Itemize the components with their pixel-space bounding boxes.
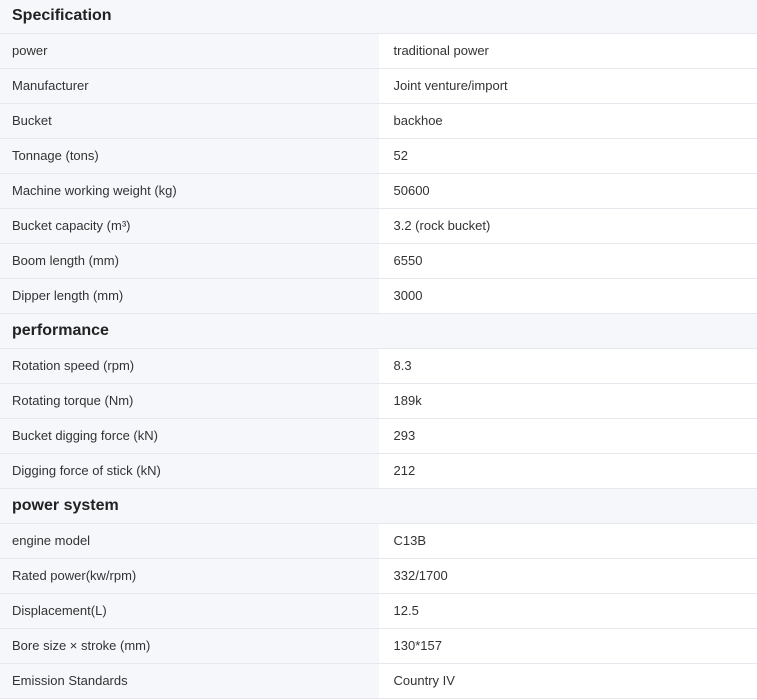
row-label: Bucket xyxy=(0,103,379,139)
row-value: 212 xyxy=(378,453,757,489)
section-header-performance: performance xyxy=(0,313,757,349)
row-value: Country IV xyxy=(378,663,757,699)
row-value: 50600 xyxy=(378,173,757,209)
table-row: Dipper length (mm) 3000 xyxy=(0,278,757,314)
section-header-power-system: power system xyxy=(0,488,757,524)
row-label: Tonnage (tons) xyxy=(0,138,379,174)
table-row: Machine working weight (kg) 50600 xyxy=(0,173,757,209)
row-label: Boom length (mm) xyxy=(0,243,379,279)
row-value: traditional power xyxy=(378,33,757,69)
table-row: Boom length (mm) 6550 xyxy=(0,243,757,279)
table-row: Bucket digging force (kN) 293 xyxy=(0,418,757,454)
section-title: power system xyxy=(0,488,757,524)
table-row: Manufacturer Joint venture/import xyxy=(0,68,757,104)
table-row: Emission Standards Country IV xyxy=(0,663,757,699)
row-value: backhoe xyxy=(378,103,757,139)
section-title: performance xyxy=(0,313,757,349)
table-row: Bucket capacity (m³) 3.2 (rock bucket) xyxy=(0,208,757,244)
row-label: power xyxy=(0,33,379,69)
table-row: Rated power(kw/rpm) 332/1700 xyxy=(0,558,757,594)
table-row: Rotation speed (rpm) 8.3 xyxy=(0,348,757,384)
row-label: engine model xyxy=(0,523,379,559)
row-value: 6550 xyxy=(378,243,757,279)
row-value: 52 xyxy=(378,138,757,174)
table-row: Rotating torque (Nm) 189k xyxy=(0,383,757,419)
row-value: 130*157 xyxy=(378,628,757,664)
row-label: Machine working weight (kg) xyxy=(0,173,379,209)
table-row: Bucket backhoe xyxy=(0,103,757,139)
table-row: Digging force of stick (kN) 212 xyxy=(0,453,757,489)
row-value: Joint venture/import xyxy=(378,68,757,104)
row-value: C13B xyxy=(378,523,757,559)
row-value: 8.3 xyxy=(378,348,757,384)
row-label: Digging force of stick (kN) xyxy=(0,453,379,489)
row-label: Rotation speed (rpm) xyxy=(0,348,379,384)
row-label: Emission Standards xyxy=(0,663,379,699)
row-label: Bucket digging force (kN) xyxy=(0,418,379,454)
table-row: Tonnage (tons) 52 xyxy=(0,138,757,174)
section-title: Specification xyxy=(0,0,757,34)
row-value: 3000 xyxy=(378,278,757,314)
table-row: power traditional power xyxy=(0,33,757,69)
section-header-specification: Specification xyxy=(0,0,757,34)
row-value: 189k xyxy=(378,383,757,419)
row-label: Rotating torque (Nm) xyxy=(0,383,379,419)
row-value: 12.5 xyxy=(378,593,757,629)
row-value: 3.2 (rock bucket) xyxy=(378,208,757,244)
row-value: 332/1700 xyxy=(378,558,757,594)
row-label: Dipper length (mm) xyxy=(0,278,379,314)
table-row: Bore size × stroke (mm) 130*157 xyxy=(0,628,757,664)
spec-table: Specification power traditional power Ma… xyxy=(0,0,757,699)
row-label: Bore size × stroke (mm) xyxy=(0,628,379,664)
row-label: Bucket capacity (m³) xyxy=(0,208,379,244)
table-row: engine model C13B xyxy=(0,523,757,559)
row-label: Rated power(kw/rpm) xyxy=(0,558,379,594)
table-row: Displacement(L) 12.5 xyxy=(0,593,757,629)
row-value: 293 xyxy=(378,418,757,454)
row-label: Manufacturer xyxy=(0,68,379,104)
row-label: Displacement(L) xyxy=(0,593,379,629)
